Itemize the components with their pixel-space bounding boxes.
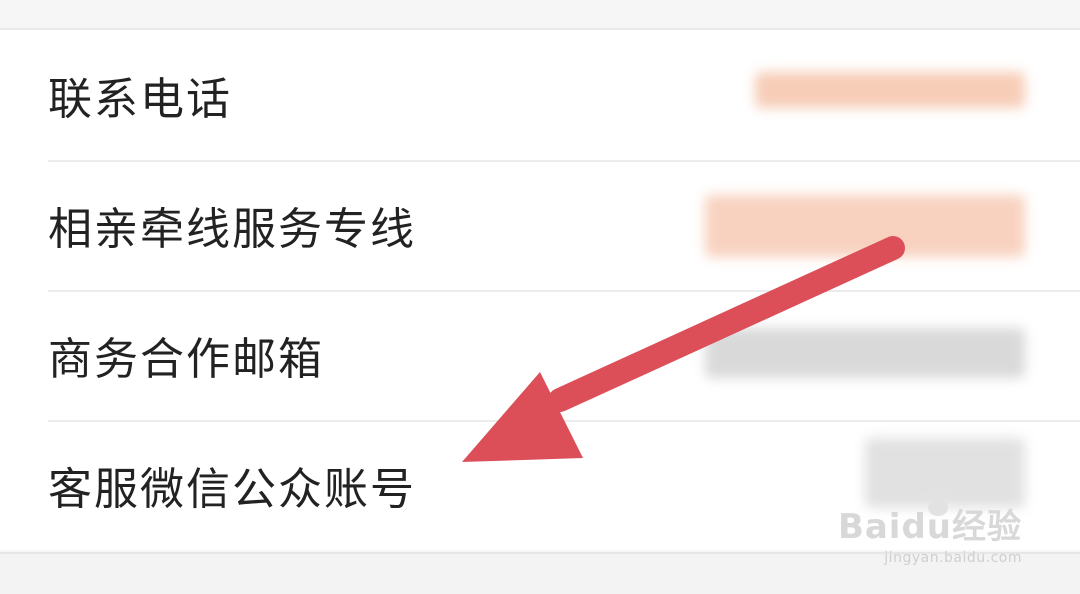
blurred-phone-value [755,72,1025,108]
list-item-business-email[interactable]: 商务合作邮箱 [0,290,1080,420]
top-divider-strip [0,0,1080,30]
list-item-label: 商务合作邮箱 [48,334,324,385]
list-item-label: 相亲牵线服务专线 [48,204,416,255]
list-item-label: 客服微信公众账号 [48,464,416,515]
blurred-email-value [705,328,1025,378]
list-item-hotline[interactable]: 相亲牵线服务专线 [0,160,1080,290]
list-item-label: 联系电话 [48,74,232,125]
blurred-hotline-value [705,195,1025,257]
watermark-brand: Baidu经验 [837,507,1022,547]
contact-list: 联系电话 相亲牵线服务专线 商务合作邮箱 客服微信公众账号 [0,30,1080,550]
watermark-url: jingyan.baidu.com [884,550,1022,566]
baidu-watermark: Baidu经验 jingyan.baidu.com [838,499,1022,566]
list-item-phone[interactable]: 联系电话 [0,30,1080,160]
